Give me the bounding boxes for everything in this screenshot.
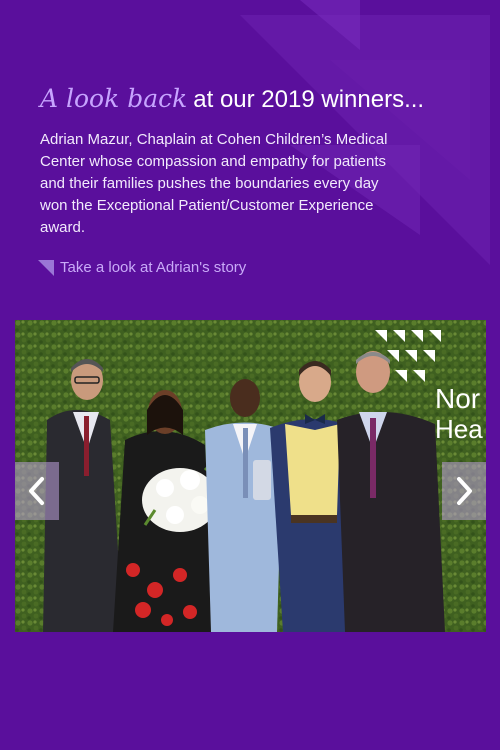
award-trophy bbox=[253, 460, 271, 500]
headline-accent: A look back bbox=[40, 84, 188, 113]
chevron-right-icon bbox=[457, 477, 472, 505]
carousel-prev-button[interactable] bbox=[15, 462, 59, 520]
story-link[interactable]: Take a look at Adrian's story bbox=[38, 259, 246, 276]
headline-text: at our 2019 winners... bbox=[193, 86, 425, 113]
chevron-left-icon bbox=[29, 477, 44, 505]
triangle-corner-icon bbox=[38, 259, 54, 276]
photo-illustration: Nor Hea bbox=[15, 320, 486, 632]
carousel-next-button[interactable] bbox=[442, 462, 486, 520]
story-link-label: Take a look at Adrian's story bbox=[60, 259, 247, 276]
winners-photo: Nor Hea bbox=[15, 320, 486, 632]
backdrop-sign-line-2: Hea bbox=[435, 414, 483, 444]
section-headline: A look back at our 2019 winners... bbox=[40, 82, 424, 117]
backdrop-sign-line-1: Nor bbox=[435, 383, 480, 414]
winner-description: Adrian Mazur, Chaplain at Cohen Children… bbox=[40, 131, 388, 236]
